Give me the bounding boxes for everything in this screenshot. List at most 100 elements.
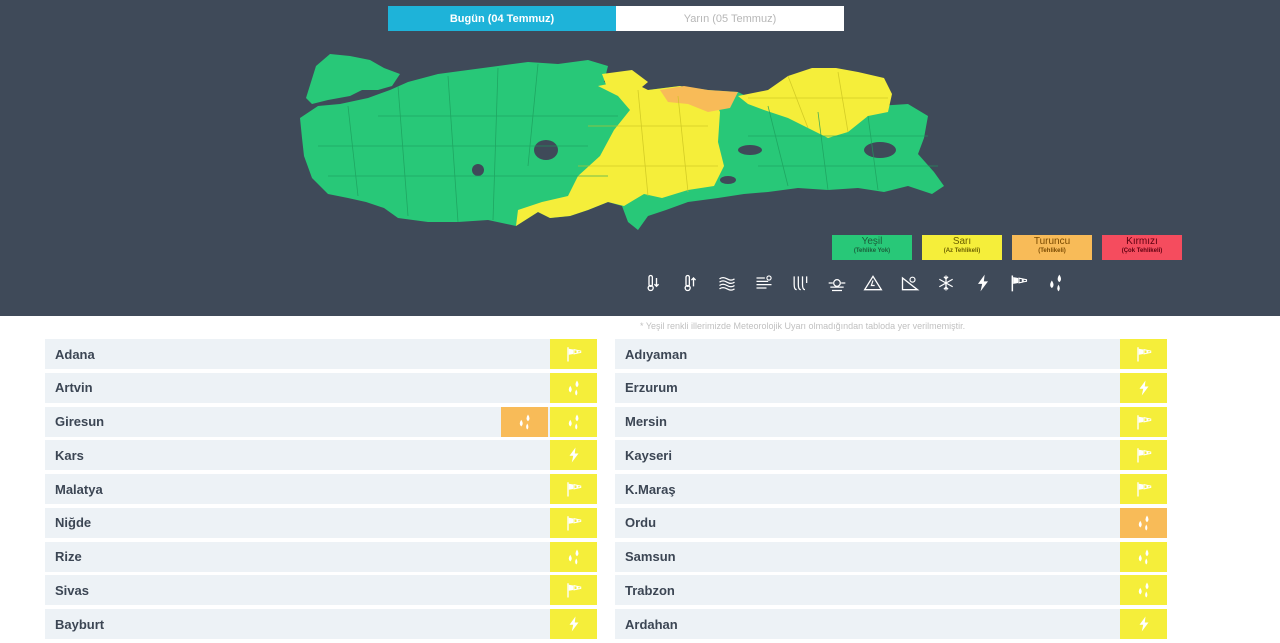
legend-level-name: Turuncu [1033,236,1071,247]
province-name: Kayseri [625,447,672,463]
lake-keban [738,145,762,155]
province-row[interactable]: Kars [45,440,597,471]
warning-legend: Yeşil (Tehlike Yok) Sarı (Az Tehlikeli) Turu… [832,235,1182,260]
hazard-filter-high-temperature[interactable] [673,270,710,296]
snow-icon [936,273,956,293]
hazard-filter-landslide[interactable] [892,270,929,296]
fog-icon [717,273,737,293]
warning-badge-yellow[interactable] [550,507,597,538]
warnings-column-left: Adana Artvin Giresun Kars Malatya Niğde Rize Si… [45,339,597,643]
warning-badge-yellow[interactable] [1120,372,1167,403]
tab-tomorrow[interactable]: Yarın (05 Temmuz) [616,6,844,31]
province-name: Malatya [55,481,103,497]
hazard-filter-hot-wind[interactable] [782,270,819,296]
province-row[interactable]: Mersin [615,406,1167,437]
province-name: Ardahan [625,616,678,632]
hazard-filter-avalanche[interactable] [855,270,892,296]
hazard-filter-lightning[interactable] [965,270,1002,296]
hazard-filter-storm[interactable] [819,270,856,296]
rain-icon [1135,581,1153,599]
warning-badge-yellow[interactable] [550,406,597,437]
legend-level-name: Kırmızı [1126,236,1158,247]
warning-badges [1120,474,1167,504]
lake-ataturk [720,176,736,184]
warning-badge-yellow[interactable] [550,609,597,639]
province-row[interactable]: Ardahan [615,609,1167,639]
rain-icon [516,413,534,431]
warning-badge-yellow[interactable] [1120,440,1167,471]
tab-today[interactable]: Bugün (04 Temmuz) [388,6,616,31]
warning-badge-yellow[interactable] [550,339,597,369]
header-panel: Bugün (04 Temmuz) Yarın (05 Temmuz) Yeşi… [0,0,1280,316]
province-row[interactable]: Niğde [45,507,597,538]
warning-badge-yellow[interactable] [550,440,597,471]
warning-badge-yellow[interactable] [1120,339,1167,369]
province-name: Samsun [625,549,676,564]
warning-badge-orange[interactable] [1120,507,1167,538]
warning-badges [550,474,597,504]
province-row[interactable]: Bayburt [45,609,597,639]
warning-badges [1120,406,1167,437]
province-row[interactable]: Samsun [615,541,1167,572]
province-row[interactable]: K.Maraş [615,474,1167,504]
province-row[interactable]: Giresun [45,406,597,437]
hazard-filter-low-temperature[interactable] [636,270,673,296]
province-name: Mersin [625,414,667,429]
legend-item-orange: Turuncu (Tehlikeli) [1012,235,1092,260]
province-row[interactable]: Malatya [45,474,597,504]
lake-beysehir [472,164,484,176]
warning-badges [1120,440,1167,471]
warning-badge-yellow[interactable] [550,474,597,504]
lightning-icon [565,615,583,633]
province-name: Trabzon [625,582,675,598]
province-row[interactable]: Erzurum [615,372,1167,403]
lake-van [864,142,896,158]
hazard-filter-fog[interactable] [709,270,746,296]
province-row[interactable]: Artvin [45,372,597,403]
lake-tuz [534,140,558,160]
rain-icon [565,379,583,397]
lightning-icon [973,273,993,293]
low-temperature-icon [644,273,664,293]
warning-badge-orange[interactable] [501,406,548,437]
hazard-filter-snow[interactable] [928,270,965,296]
warning-badge-yellow[interactable] [1120,406,1167,437]
wind-flag-icon [1135,413,1153,431]
legend-level-name: Sarı [952,236,972,247]
province-row[interactable]: Adana [45,339,597,369]
province-name: Kars [55,447,84,463]
hot-wind-icon [790,273,810,293]
warning-badge-yellow[interactable] [1120,609,1167,639]
hazard-filter-dust[interactable] [746,270,783,296]
avalanche-icon [863,273,883,293]
wind-flag-icon [1135,480,1153,498]
province-row[interactable]: Adıyaman [615,339,1167,369]
province-row[interactable]: Trabzon [615,575,1167,606]
hazard-filter-wind-flag[interactable] [1001,270,1038,296]
province-row[interactable]: Ordu [615,507,1167,538]
dust-icon [754,273,774,293]
warning-badge-yellow[interactable] [550,575,597,606]
province-name: Rize [55,549,82,564]
province-row[interactable]: Rize [45,541,597,572]
landslide-icon [900,273,920,293]
province-row[interactable]: Sivas [45,575,597,606]
province-name: Adana [55,346,95,362]
warning-badge-yellow[interactable] [550,541,597,572]
warning-badge-yellow[interactable] [1120,474,1167,504]
wind-flag-icon [565,345,583,363]
hazard-filter-rain[interactable] [1038,270,1075,296]
warning-badges [1120,609,1167,639]
province-row[interactable]: Kayseri [615,440,1167,471]
warning-badges [550,440,597,471]
province-name: Ordu [625,515,657,531]
wind-flag-icon [1135,446,1153,464]
warning-badge-yellow[interactable] [1120,575,1167,606]
green-provinces-note: * Yeşil renkli illerimizde Meteorolojik … [640,321,966,331]
warning-badges [1120,575,1167,606]
warning-badge-yellow[interactable] [550,372,597,403]
warning-badge-yellow[interactable] [1120,541,1167,572]
province-name: Sivas [55,582,89,598]
hazard-type-filter [636,270,1074,296]
warning-badges [550,372,597,403]
